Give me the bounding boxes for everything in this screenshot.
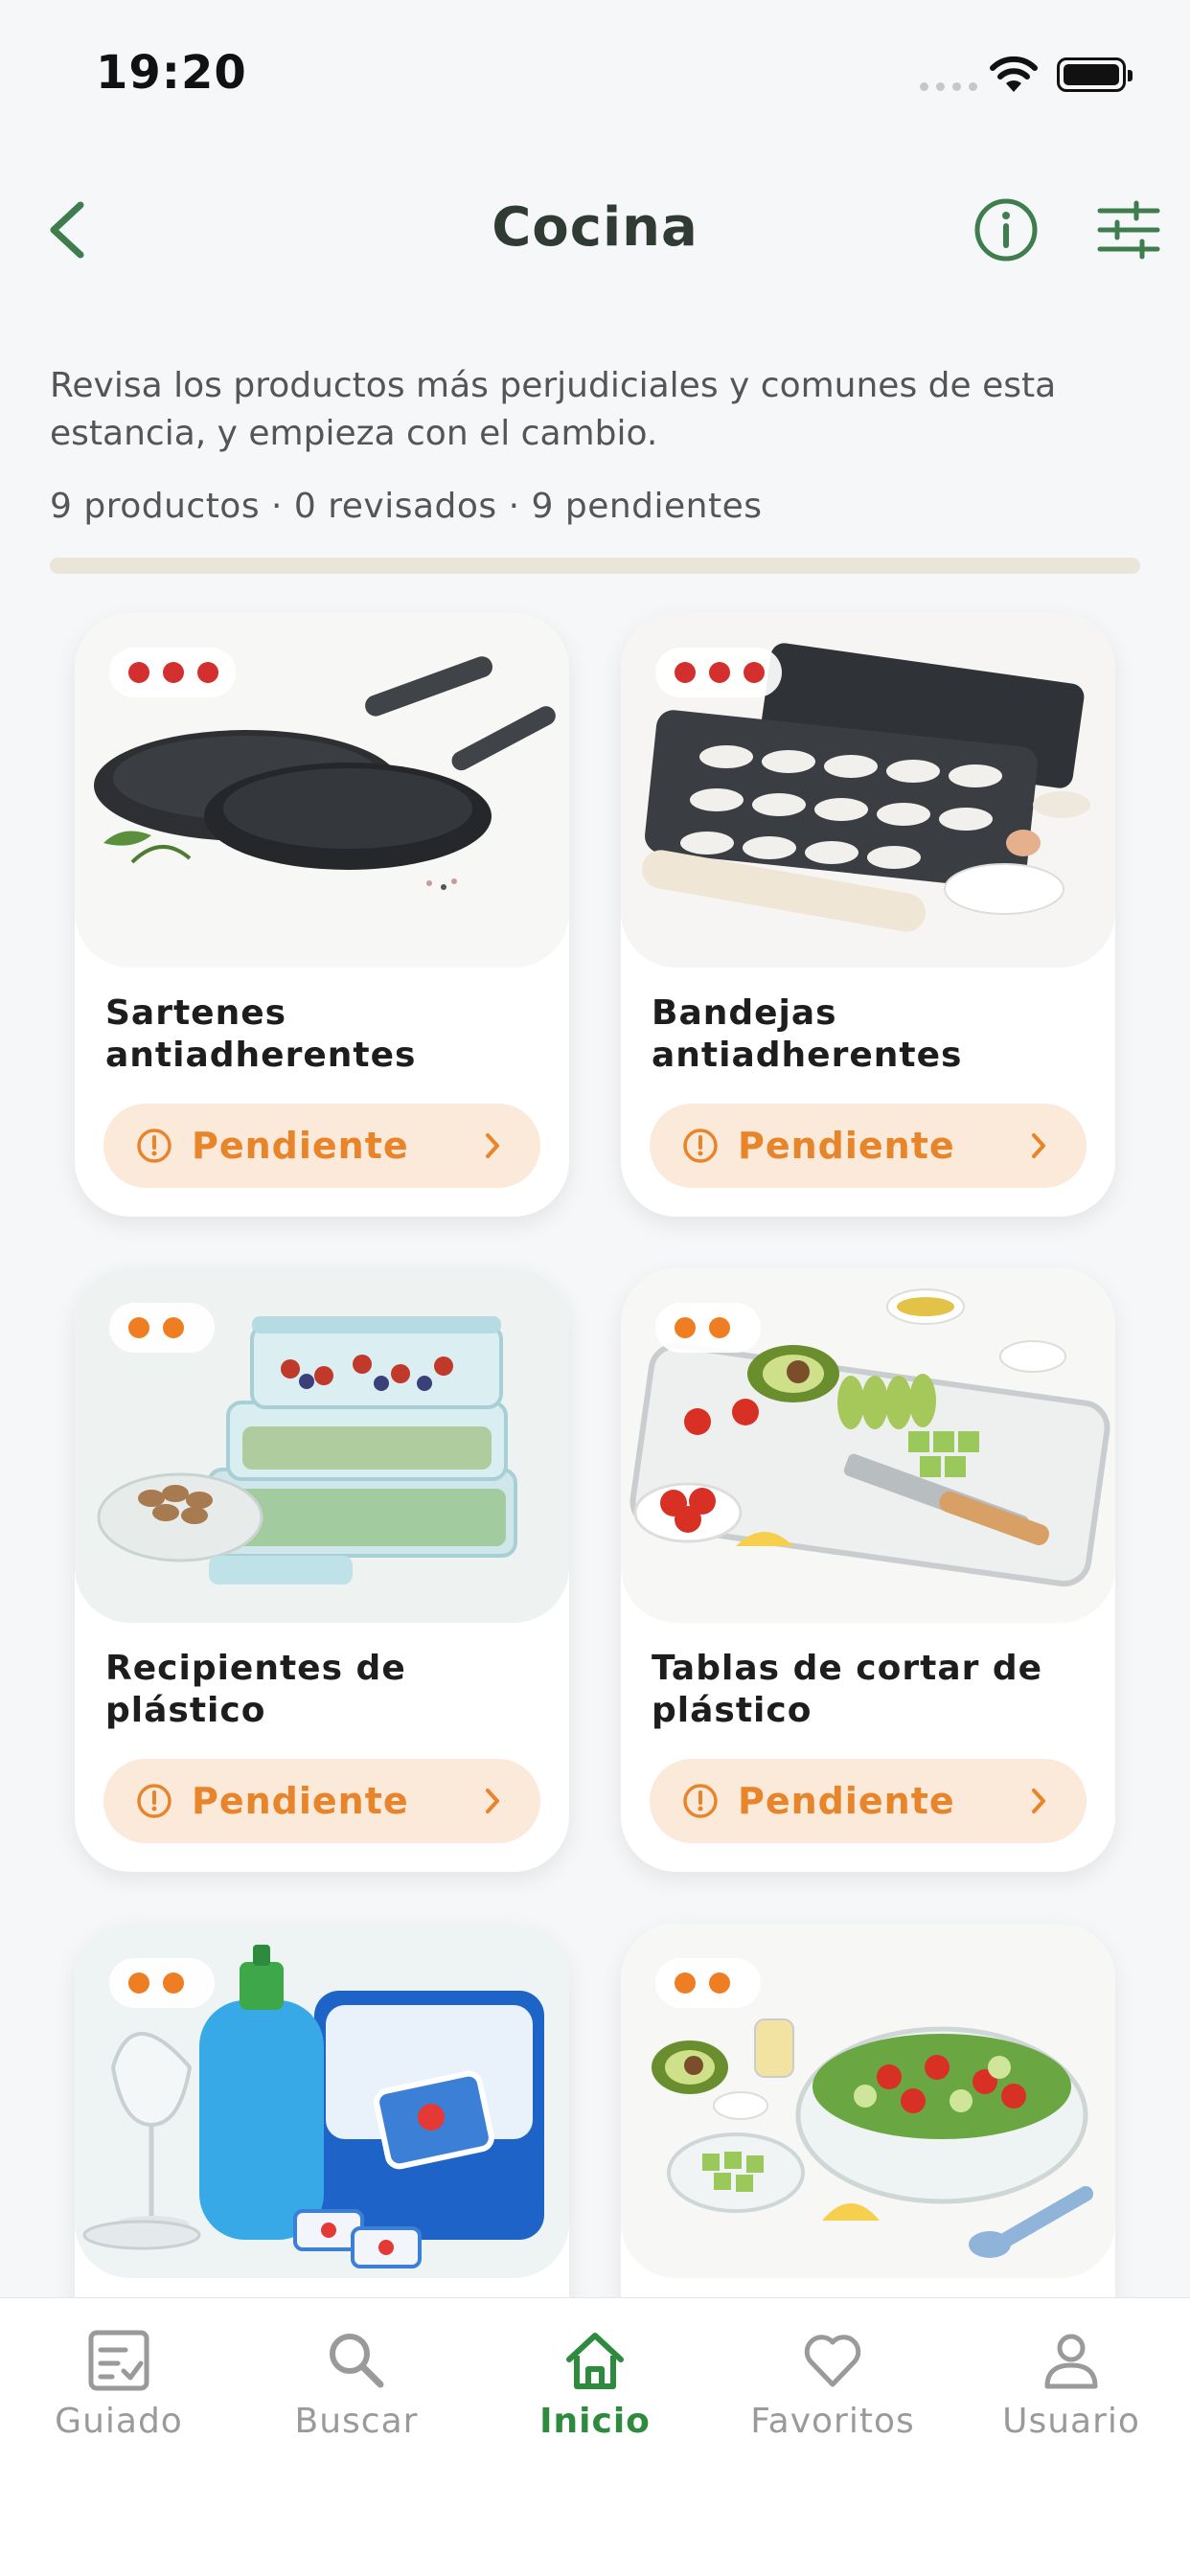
tab-label: Buscar [294, 2402, 419, 2441]
checklist-icon [88, 2330, 149, 2391]
wifi-icon [990, 56, 1038, 92]
severity-indicator [109, 1303, 215, 1353]
alert-circle-icon [137, 1128, 172, 1163]
tab-label: Usuario [1002, 2402, 1140, 2441]
pending-status-button[interactable]: Pendiente [650, 1104, 1087, 1188]
filter-sliders-icon[interactable] [1092, 194, 1165, 266]
tab-usuario[interactable]: Usuario [952, 2327, 1190, 2441]
severity-dot [675, 1317, 696, 1338]
product-card[interactable]: Sartenes antiadherentes Pendiente [75, 613, 569, 1217]
severity-indicator [109, 648, 236, 697]
chevron-right-icon [486, 1133, 499, 1158]
product-name: Bandejas antiadherentes [652, 993, 963, 1075]
product-card[interactable]: Bandejas antiadherentes Pendiente [621, 613, 1115, 1217]
severity-dot [197, 662, 218, 683]
battery-icon [1057, 57, 1133, 92]
home-icon [566, 2333, 624, 2389]
severity-dot [163, 1317, 184, 1338]
severity-dot [709, 1317, 730, 1338]
chevron-right-icon [1032, 1133, 1045, 1158]
tab-guiado[interactable]: Guiado [0, 2327, 238, 2441]
alert-circle-icon [137, 1784, 172, 1818]
product-name: Sartenes antiadherentes [105, 993, 417, 1075]
severity-dot [744, 662, 765, 683]
severity-dot [128, 1972, 149, 1994]
cellular-signal-icon [920, 82, 977, 91]
severity-dot [709, 1972, 730, 1994]
tab-label: Favoritos [750, 2402, 915, 2441]
info-icon[interactable] [970, 194, 1042, 266]
product-card[interactable]: Recipientes de plástico Pendiente [75, 1268, 569, 1872]
bottom-tab-bar: Guiado Buscar Inicio Favoritos Usuario [0, 2297, 1190, 2576]
heart-icon [804, 2335, 861, 2387]
tab-buscar[interactable]: Buscar [238, 2327, 475, 2441]
severity-indicator [655, 1303, 761, 1353]
top-bar: Cocina [0, 172, 1190, 287]
review-progress-bar [50, 558, 1140, 574]
status-bar: 19:20 [0, 0, 1190, 144]
user-icon [1044, 2334, 1098, 2389]
severity-indicator [655, 1958, 761, 2008]
alert-circle-icon [683, 1128, 718, 1163]
severity-indicator [109, 1958, 215, 2008]
severity-dot [675, 662, 696, 683]
chevron-right-icon [486, 1789, 499, 1813]
severity-dot [163, 662, 184, 683]
severity-dot [675, 1972, 696, 1994]
status-label: Pendiente [192, 1780, 409, 1822]
pending-status-button[interactable]: Pendiente [103, 1759, 540, 1843]
status-label: Pendiente [738, 1780, 955, 1822]
product-name: Recipientes de plástico [105, 1649, 406, 1730]
severity-dot [128, 1317, 149, 1338]
severity-dot [128, 662, 149, 683]
review-counts: 9 productos · 0 revisados · 9 pendientes [50, 487, 763, 526]
severity-dot [163, 1972, 184, 1994]
pending-status-button[interactable]: Pendiente [650, 1759, 1087, 1843]
tab-favoritos[interactable]: Favoritos [714, 2327, 951, 2441]
status-time: 19:20 [96, 46, 247, 100]
search-icon [330, 2334, 384, 2388]
severity-indicator [655, 648, 782, 697]
alert-circle-icon [683, 1784, 718, 1818]
product-card[interactable]: Tablas de cortar de plástico Pendiente [621, 1268, 1115, 1872]
tab-inicio[interactable]: Inicio [476, 2327, 714, 2441]
product-name: Tablas de cortar de plástico [652, 1649, 1043, 1730]
status-label: Pendiente [192, 1125, 409, 1167]
tab-label: Inicio [539, 2402, 651, 2441]
chevron-right-icon [1032, 1789, 1045, 1813]
tab-label: Guiado [55, 2402, 183, 2441]
room-description: Revisa los productos más perjudiciales y… [50, 366, 1057, 453]
pending-status-button[interactable]: Pendiente [103, 1104, 540, 1188]
severity-dot [709, 662, 730, 683]
status-label: Pendiente [738, 1125, 955, 1167]
